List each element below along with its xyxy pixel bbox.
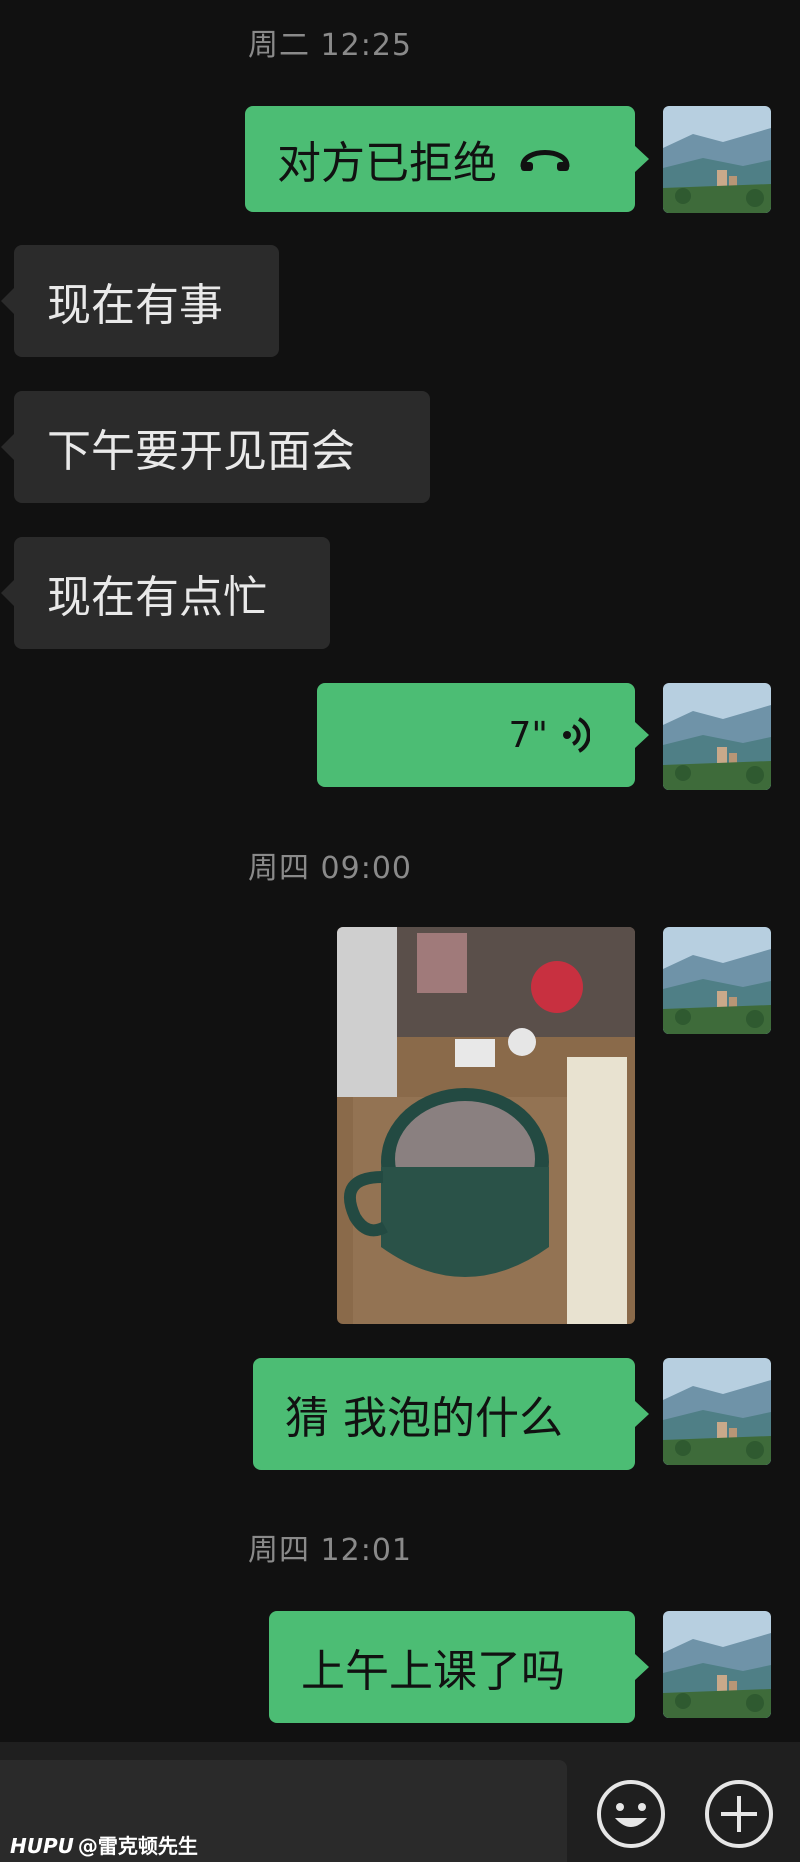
message-text: 现在有事 <box>47 280 223 331</box>
call-rejected-bubble[interactable]: 对方已拒绝 <box>245 106 649 212</box>
voice-message[interactable]: 7" <box>317 683 649 787</box>
message-text: 上午上课了吗 <box>301 1646 565 1697</box>
incoming-message[interactable]: 下午要开见面会 <box>1 391 430 503</box>
plus-icon[interactable] <box>703 1778 775 1850</box>
avatar[interactable] <box>663 683 771 790</box>
incoming-message[interactable]: 现在有事 <box>1 245 279 357</box>
avatar[interactable] <box>663 1358 771 1465</box>
watermark: HUPU @雷克顿先生 <box>10 1830 198 1859</box>
avatar[interactable] <box>663 927 771 1034</box>
emoji-icon[interactable] <box>595 1778 667 1850</box>
incoming-message[interactable]: 现在有点忙 <box>1 537 330 649</box>
photo-message[interactable] <box>337 927 635 1324</box>
call-rejected-text: 对方已拒绝 <box>277 138 497 189</box>
voice-duration: 7" <box>508 714 548 756</box>
outgoing-message[interactable]: 上午上课了吗 <box>269 1611 649 1723</box>
message-text: 猜 我泡的什么 <box>285 1393 563 1444</box>
timestamp: 周二 12:25 <box>248 28 412 63</box>
phone-hangup-icon <box>519 144 571 174</box>
message-text: 下午要开见面会 <box>47 426 355 477</box>
timestamp: 周四 12:01 <box>248 1533 412 1568</box>
avatar[interactable] <box>663 1611 771 1718</box>
watermark-user: @雷克顿先生 <box>77 1834 198 1858</box>
timestamp: 周四 09:00 <box>248 851 412 886</box>
outgoing-message[interactable]: 猜 我泡的什么 <box>253 1358 649 1470</box>
watermark-brand: HUPU <box>10 1834 74 1858</box>
avatar[interactable] <box>663 106 771 213</box>
message-text: 现在有点忙 <box>47 572 267 623</box>
voice-wave-icon <box>562 715 590 755</box>
